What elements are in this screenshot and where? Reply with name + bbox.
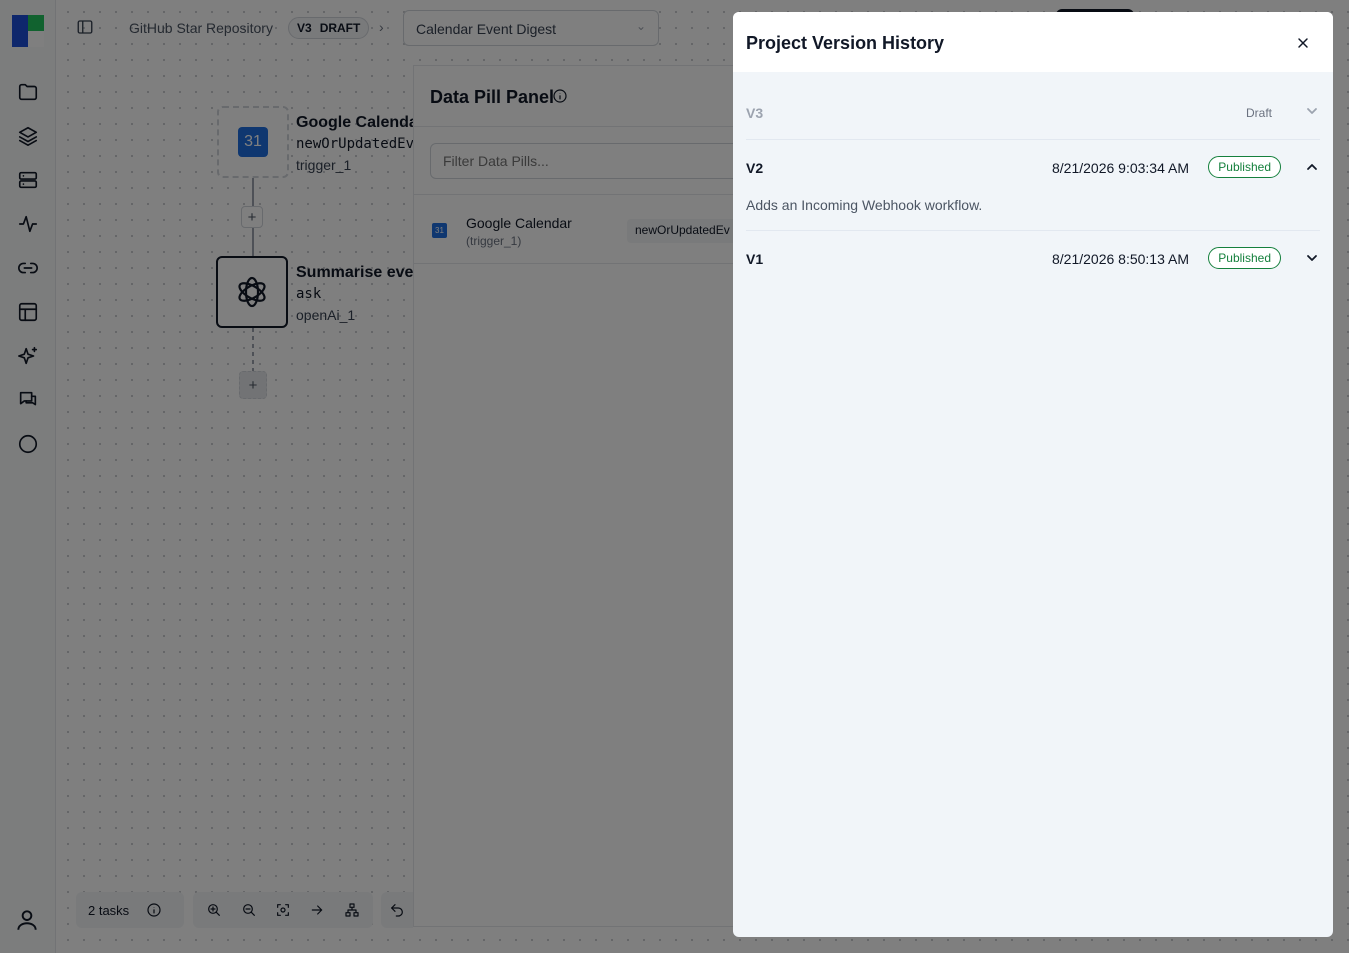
version-label: V3	[746, 105, 764, 121]
version-label: V2	[746, 160, 764, 176]
close-icon	[1298, 38, 1308, 48]
version-row-v3[interactable]: V3 Draft	[746, 84, 1320, 140]
version-description: Adds an Incoming Webhook workflow.	[746, 197, 983, 213]
dialog-title: Project Version History	[746, 33, 945, 53]
chevron-down-icon[interactable]	[1304, 103, 1320, 119]
chevron-up-icon[interactable]	[1304, 159, 1320, 175]
chevron-down-icon[interactable]	[1304, 250, 1320, 266]
version-status-draft: Draft	[1245, 106, 1272, 120]
status-badge: Published	[1208, 156, 1281, 178]
close-button[interactable]	[1291, 31, 1315, 55]
version-row-v1[interactable]: V1 8/21/2026 8:50:13 AM Published	[746, 231, 1320, 287]
version-date: 8/21/2026 8:50:13 AM	[1052, 251, 1189, 267]
version-date: 8/21/2026 9:03:34 AM	[1052, 160, 1189, 176]
version-history-dialog: Project Version History V3 Draft V2 8/21…	[733, 12, 1333, 937]
status-badge: Published	[1208, 247, 1281, 269]
version-row-v2[interactable]: V2 8/21/2026 9:03:34 AM Published Adds a…	[746, 140, 1320, 231]
dialog-header: Project Version History	[733, 12, 1333, 72]
version-label: V1	[746, 251, 764, 267]
